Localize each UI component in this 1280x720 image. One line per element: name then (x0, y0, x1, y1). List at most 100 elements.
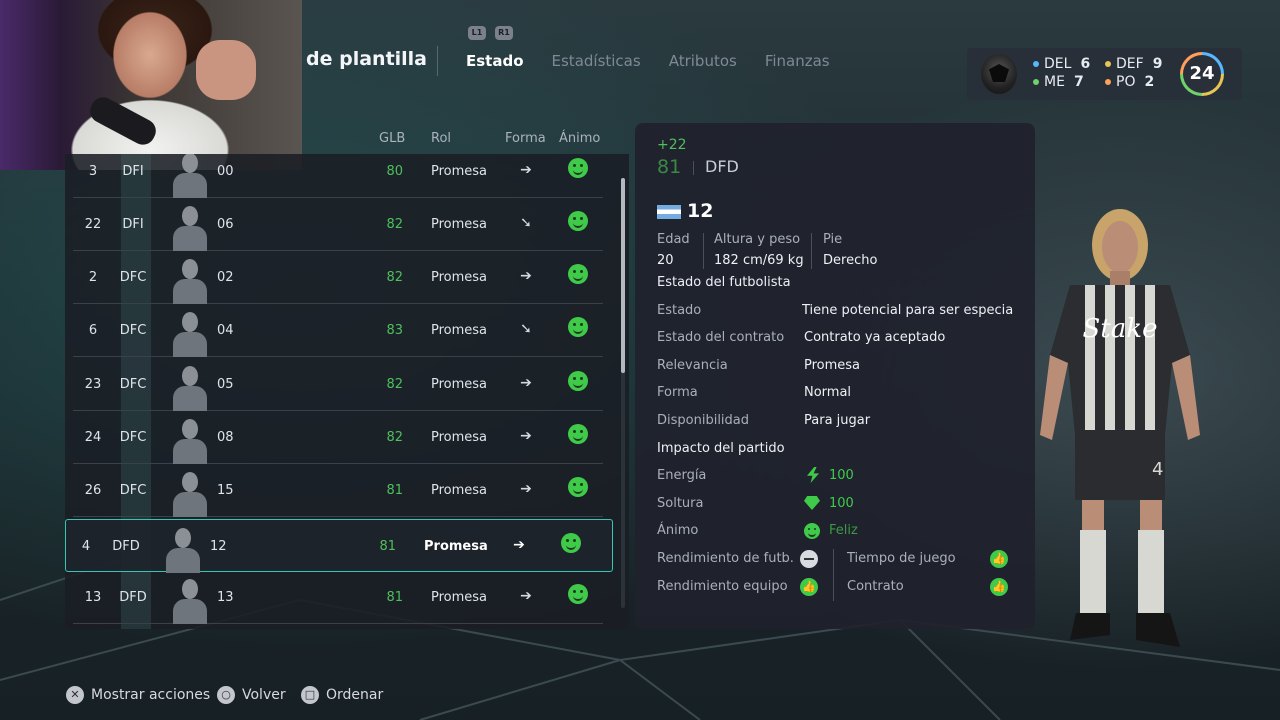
thumbs-up-icon: 👍 (990, 578, 1008, 596)
tab-estadisticas[interactable]: Estadísticas (552, 52, 641, 70)
sharpness-label: Soltura (657, 496, 704, 511)
player-role: Promesa (431, 164, 488, 179)
sort-hint[interactable]: □ Ordenar (301, 686, 383, 704)
table-row[interactable]: 6 DFC 04 83 Promesa ➘ (73, 304, 603, 357)
r1-button-icon[interactable]: R1 (495, 26, 513, 40)
back-label: Volver (242, 687, 286, 703)
player-overall: 81 (379, 539, 396, 554)
happy-face-icon (568, 477, 588, 497)
player-role: Promesa (431, 483, 488, 498)
column-header-animo[interactable]: Ánimo (559, 131, 600, 146)
right-arrow-icon: ➔ (520, 481, 532, 497)
right-arrow-icon: ➔ (520, 268, 532, 284)
player-silhouette-icon (173, 312, 207, 357)
happy-face-icon (568, 158, 588, 178)
happy-face-icon (568, 371, 588, 391)
player-overall: 82 (386, 430, 403, 445)
contract-status-label: Estado del contrato (657, 330, 785, 345)
form-label: Forma (657, 385, 698, 400)
column-header-forma[interactable]: Forma (505, 131, 546, 146)
divider (811, 233, 812, 269)
player-name: 12 (687, 200, 714, 222)
height-weight-label: Altura y peso (714, 232, 801, 247)
player-name: 13 (217, 590, 234, 605)
tab-finanzas[interactable]: Finanzas (765, 52, 830, 70)
player-name: 08 (217, 430, 234, 445)
player-silhouette-icon (173, 579, 207, 624)
energy-label: Energía (657, 468, 707, 483)
rating-divider (693, 161, 694, 175)
happy-face-icon (568, 424, 588, 444)
me-dot-icon (1033, 79, 1039, 85)
morale-value: Feliz (829, 523, 858, 538)
player-number: 24 (84, 430, 102, 445)
player-position: DFI (122, 217, 144, 232)
square-button-icon: □ (301, 686, 319, 704)
player-silhouette-icon (173, 366, 207, 411)
player-model: Stake 4 (1040, 209, 1200, 647)
l1-button-icon[interactable]: L1 (468, 26, 486, 40)
happy-face-icon (568, 211, 588, 231)
player-role: Promesa (431, 323, 488, 338)
player-position: DFC (119, 377, 147, 392)
shorts-number: 4 (1152, 459, 1163, 480)
sharpness-value: 100 (829, 496, 854, 511)
down-left-arrow-icon: ➘ (520, 321, 532, 337)
foot-label: Pie (823, 232, 843, 247)
right-arrow-icon: ➔ (520, 588, 532, 604)
table-row[interactable]: 3 DFI 00 80 Promesa ➔ (73, 154, 603, 198)
player-name: 00 (217, 164, 234, 179)
player-role: Promesa (431, 590, 488, 605)
scrollbar-thumb[interactable] (621, 178, 625, 373)
table-row[interactable]: 23 DFC 05 82 Promesa ➔ (73, 358, 603, 411)
relevance-value: Promesa (804, 358, 861, 373)
relevance-label: Relevancia (657, 358, 728, 373)
show-actions-hint[interactable]: ✕ Mostrar acciones (66, 686, 210, 704)
player-silhouette-icon (173, 154, 207, 198)
column-header-rol[interactable]: Rol (431, 131, 451, 146)
team-performance-label: Rendimiento equipo (657, 579, 788, 594)
squad-total: 24 (1183, 55, 1221, 93)
player-number: 13 (84, 590, 102, 605)
thumbs-up-icon: 👍 (990, 550, 1008, 568)
def-dot-icon (1105, 61, 1111, 67)
table-row-selected[interactable]: 4 DFD 12 81 Promesa ➔ (65, 519, 613, 573)
player-position: DFC (119, 270, 147, 285)
player-name: 15 (217, 483, 234, 498)
status-heading: Estado del futbolista (657, 275, 791, 290)
player-overall: 82 (386, 217, 403, 232)
column-header-glb[interactable]: GLB (379, 131, 405, 146)
tab-atributos[interactable]: Atributos (669, 52, 737, 70)
position-count-po: PO 2 (1105, 74, 1177, 90)
player-position: DFC (119, 483, 147, 498)
happy-face-icon (568, 584, 588, 604)
player-role: Promesa (431, 270, 488, 285)
happy-face-icon (568, 264, 588, 284)
list-scrollbar[interactable] (621, 178, 625, 608)
happy-face-icon (804, 523, 820, 539)
del-dot-icon (1033, 61, 1039, 67)
happy-face-icon (561, 533, 581, 553)
player-position: DFC (119, 430, 147, 445)
player-position: DFD (112, 539, 140, 554)
cross-button-icon: ✕ (66, 686, 84, 704)
squad-summary: DEL 6 DEF 9 ME 7 PO 2 24 (967, 48, 1242, 100)
tab-estado[interactable]: Estado (466, 52, 524, 70)
streamer-webcam (0, 0, 302, 170)
table-row[interactable]: 2 DFC 02 82 Promesa ➔ (73, 251, 603, 304)
table-row[interactable]: 26 DFC 15 81 Promesa ➔ (73, 464, 603, 517)
player-list: 3 DFI 00 80 Promesa ➔ 22 DFI 06 82 Promesa ➘ 2 DFC 02 8… (65, 154, 629, 629)
player-name: 12 (210, 539, 227, 554)
happy-face-icon (568, 317, 588, 337)
table-row[interactable]: 22 DFI 06 82 Promesa ➘ (73, 198, 603, 251)
status-label: Estado (657, 303, 702, 318)
table-row[interactable]: 13 DFD 13 81 Promesa ➔ (73, 571, 603, 624)
player-position: DFI (122, 164, 144, 179)
player-overall: 81 (386, 483, 403, 498)
impact-heading: Impacto del partido (657, 441, 785, 456)
right-arrow-icon: ➔ (513, 537, 525, 553)
player-position: DFD (119, 590, 147, 605)
table-row[interactable]: 24 DFC 08 82 Promesa ➔ (73, 411, 603, 464)
back-hint[interactable]: ○ Volver (217, 686, 286, 704)
title-divider (437, 46, 438, 76)
